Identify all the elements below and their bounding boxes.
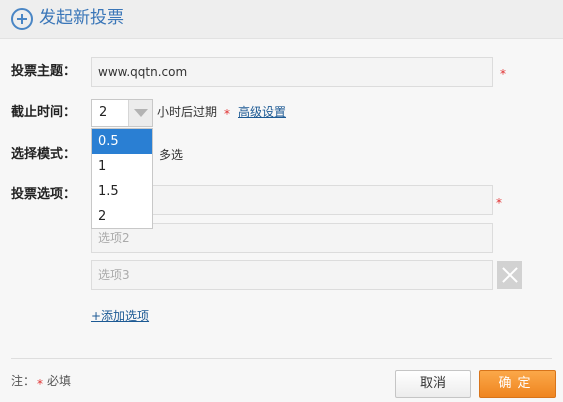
advanced-settings-link[interactable]: 高级设置 — [238, 104, 286, 120]
deadline-dropdown-list: 0.5 1 1.5 2 — [91, 128, 153, 229]
topic-label: 投票主题： — [11, 64, 77, 79]
dropdown-option[interactable]: 1 — [92, 154, 152, 179]
deadline-suffix: 小时后过期 — [157, 105, 218, 119]
topic-required-mark: * — [500, 67, 506, 81]
deadline-select[interactable]: 2 — [91, 99, 153, 127]
deadline-label: 截止时间： — [11, 105, 77, 120]
confirm-button[interactable]: 确定 — [479, 370, 556, 398]
cancel-button[interactable]: 取消 — [395, 370, 471, 398]
topic-input[interactable]: www.qqtn.com — [91, 57, 493, 87]
dropdown-option[interactable]: 2 — [92, 204, 152, 229]
options-required-mark: * — [496, 196, 502, 210]
add-option-link[interactable]: +添加选项 — [91, 308, 149, 324]
chevron-down-icon[interactable] — [128, 100, 152, 126]
dropdown-option[interactable]: 1.5 — [92, 179, 152, 204]
dialog-title: 发起新投票 — [39, 8, 124, 28]
plus-circle-icon — [11, 8, 33, 30]
deadline-required-mark: * — [224, 107, 230, 121]
dropdown-option[interactable]: 0.5 — [92, 129, 152, 154]
note-prefix: 注： — [11, 374, 36, 388]
mode-label: 选择模式： — [11, 147, 77, 162]
options-label: 投票选项： — [11, 187, 77, 202]
note-required-mark: * — [37, 377, 43, 391]
note-text: 必填 — [47, 374, 72, 388]
mode-multi-label[interactable]: 多选 — [159, 147, 183, 163]
option-input-3[interactable]: 选项3 — [91, 260, 493, 290]
dialog-header: 发起新投票 — [0, 0, 563, 39]
deadline-selected-value: 2 — [99, 105, 108, 120]
footer-divider — [11, 358, 552, 359]
delete-option-3-icon[interactable] — [497, 261, 522, 289]
